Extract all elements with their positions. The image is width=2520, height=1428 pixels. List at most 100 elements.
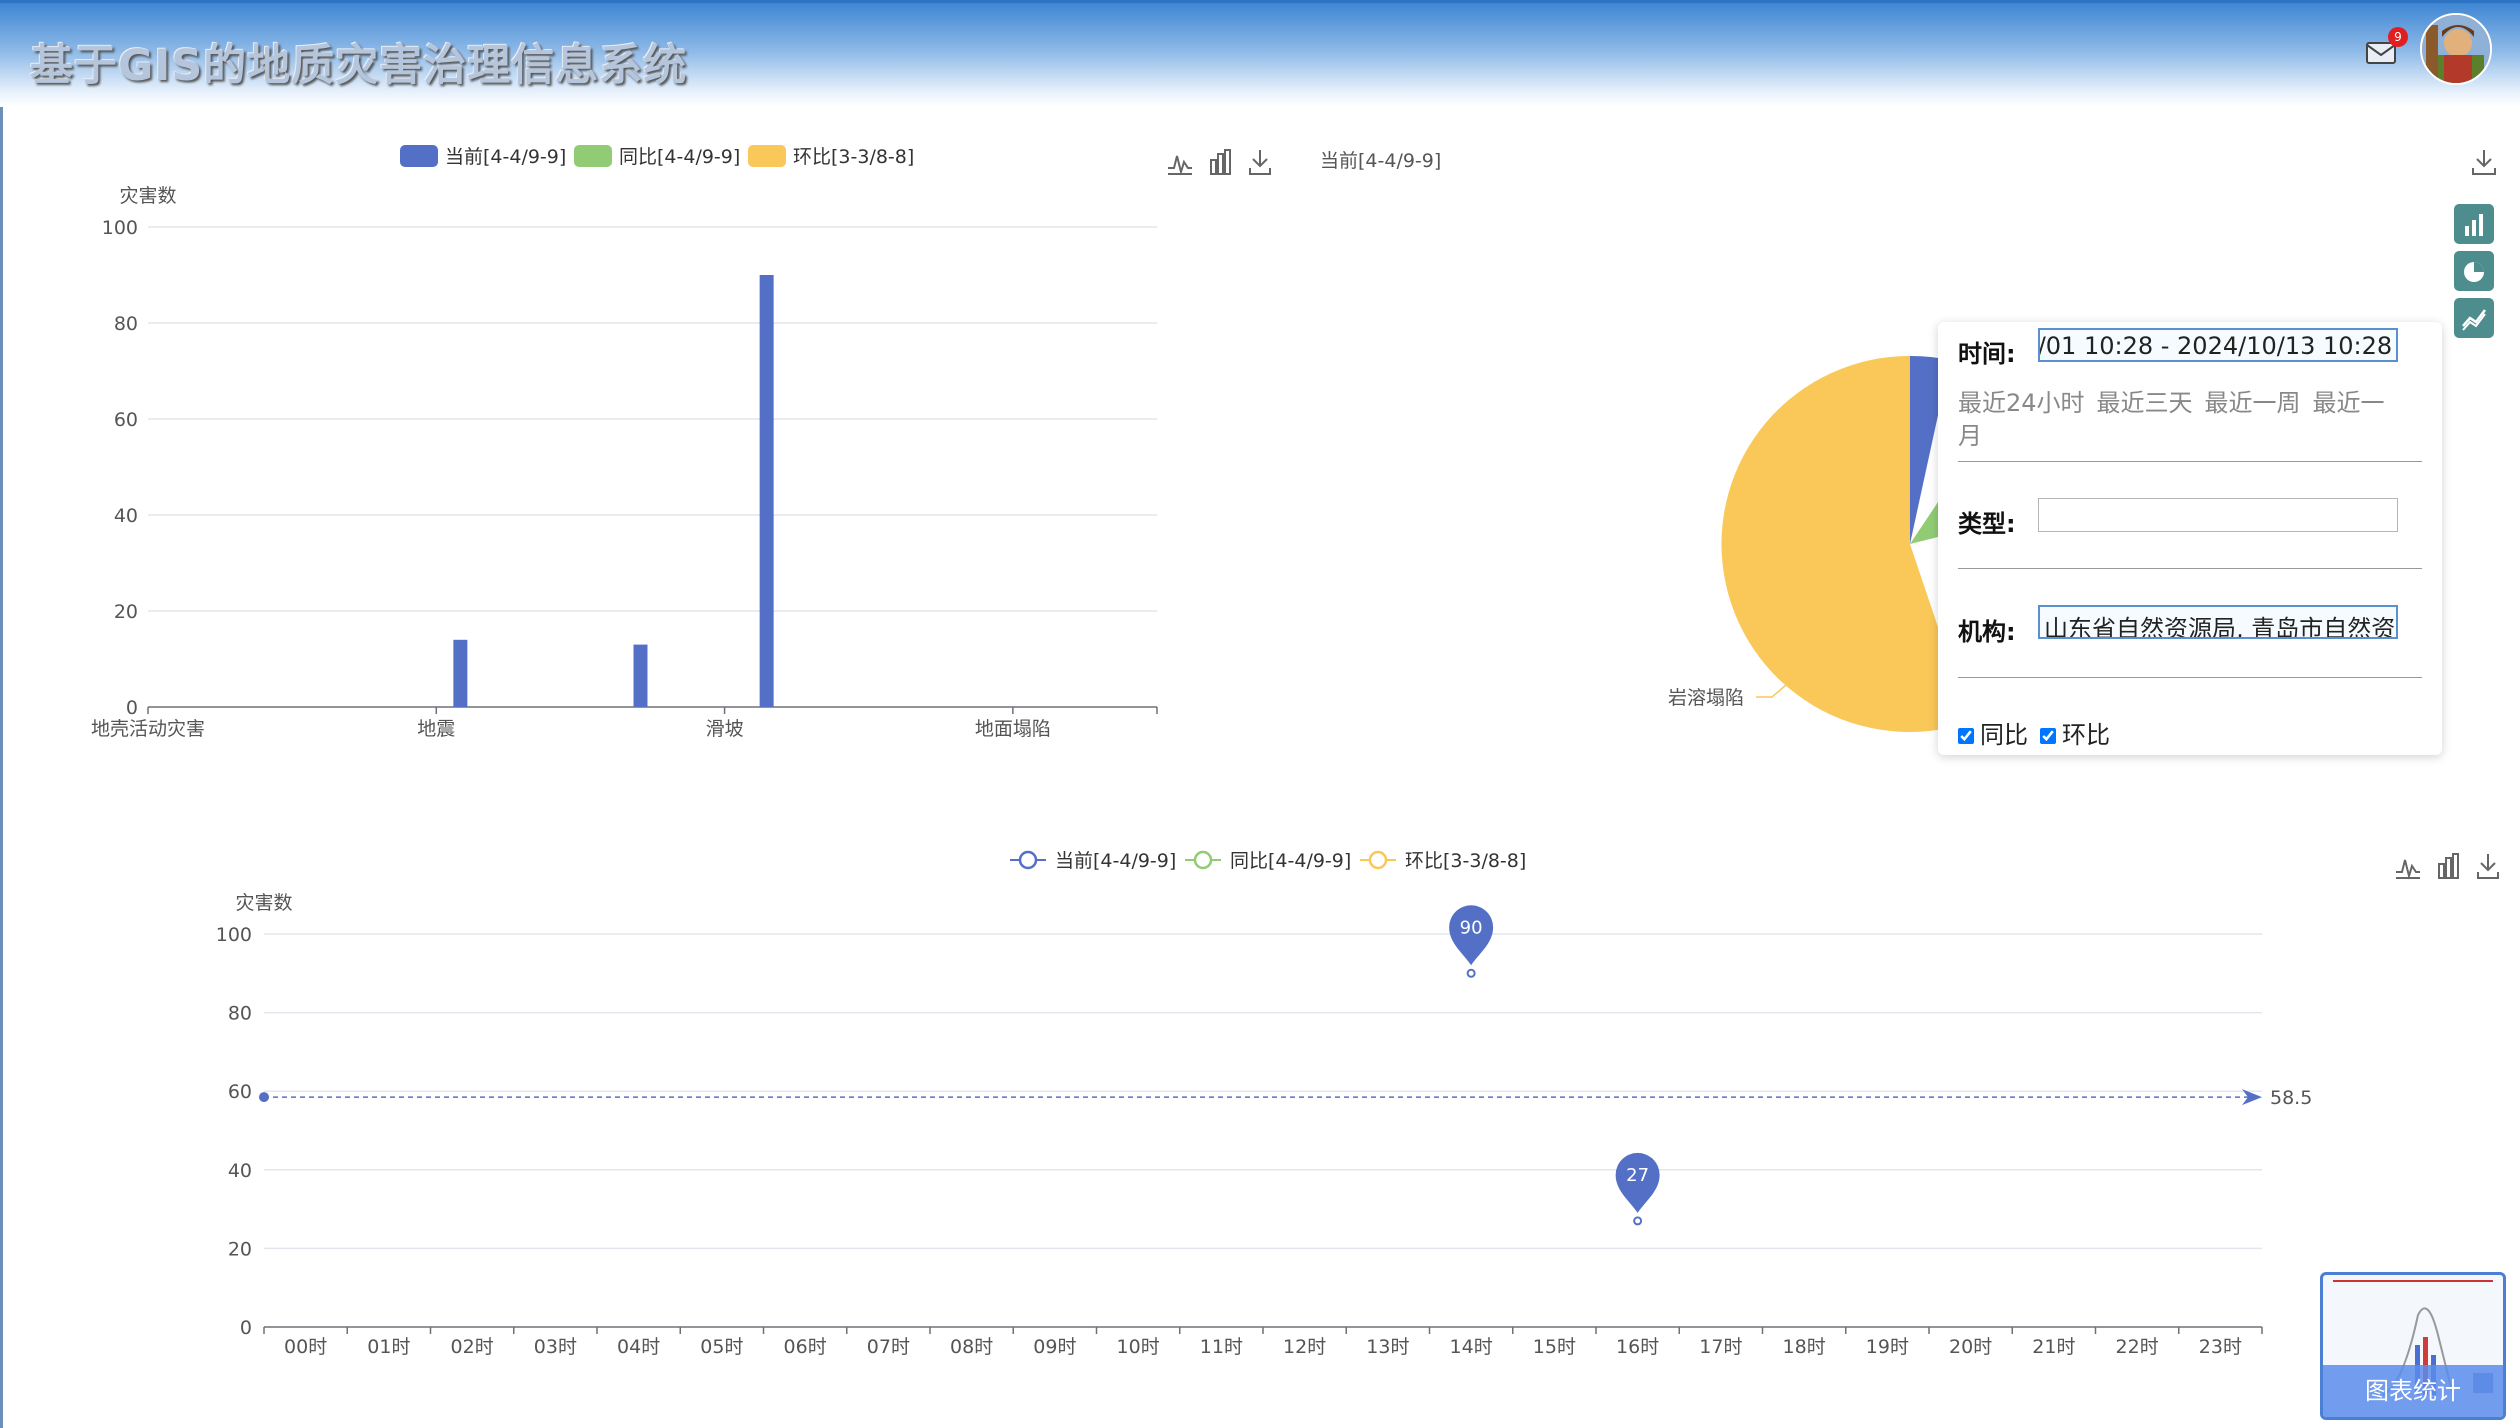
y-axis-title: 灾害数 <box>119 185 176 207</box>
org-label: 机构: <box>1958 618 2016 646</box>
legend-marker <box>1193 850 1213 870</box>
bar-chart-icon <box>2465 214 2483 236</box>
x-tick-label: 22时 <box>2116 1336 2159 1358</box>
legend-label: 环比[3-3/8-8] <box>1405 850 1526 872</box>
message-button[interactable]: 9 <box>2364 27 2408 69</box>
x-tick-label: 地壳活动灾害 <box>91 718 205 740</box>
yoy-checkbox-input[interactable] <box>1958 728 1974 744</box>
y-tick-label: 100 <box>216 924 252 946</box>
y-tick-label: 60 <box>228 1081 252 1103</box>
mom-checkbox[interactable]: 环比 <box>2040 715 2110 750</box>
legend-label: 同比[4-4/9-9] <box>1230 850 1351 872</box>
mom-label: 环比 <box>2062 721 2110 749</box>
y-tick-label: 0 <box>126 697 138 719</box>
org-select[interactable]: 山东省自然资源局, 青岛市自然资源局 <box>2038 605 2398 639</box>
x-tick-label: 17时 <box>1699 1336 1742 1358</box>
bar <box>633 644 648 707</box>
line-view-button[interactable] <box>2454 298 2494 338</box>
divider <box>1958 461 2422 462</box>
x-tick-label: 20时 <box>1949 1336 1992 1358</box>
legend-swatch <box>400 145 438 167</box>
x-tick-label: 01时 <box>367 1336 410 1358</box>
quick-range-3d[interactable]: 最近三天 <box>2097 389 2193 417</box>
mark-point-label: 90 <box>1460 917 1483 938</box>
label-line <box>1756 684 1787 698</box>
y-tick-label: 80 <box>114 313 138 335</box>
x-tick-label: 16时 <box>1616 1336 1659 1358</box>
legend-swatch <box>574 145 612 167</box>
type-select[interactable] <box>2038 498 2398 532</box>
pie-title: 当前[4-4/9-9] <box>1320 150 1441 172</box>
app-title: 基于GIS的地质灾害治理信息系统 <box>30 41 688 91</box>
x-tick-label: 地面塌陷 <box>975 718 1051 740</box>
quick-range-week[interactable]: 最近一周 <box>2205 389 2301 417</box>
x-tick-label: 19时 <box>1866 1336 1909 1358</box>
pie-download-button[interactable] <box>2470 148 2498 182</box>
legend-label: 当前[4-4/9-9] <box>445 146 566 168</box>
bar-chart-switch-icon[interactable] <box>1210 149 1231 175</box>
y-tick-label: 20 <box>114 601 138 623</box>
divider <box>1958 568 2422 569</box>
download-icon[interactable] <box>2477 854 2499 879</box>
quick-range-24h[interactable]: 最近24小时 <box>1958 389 2085 417</box>
bar-view-button[interactable] <box>2454 204 2494 244</box>
x-tick-label: 02时 <box>451 1336 494 1358</box>
data-point <box>1633 1216 1643 1226</box>
y-tick-label: 0 <box>240 1317 252 1339</box>
x-tick-label: 09时 <box>1033 1336 1076 1358</box>
x-tick-label: 15时 <box>1533 1336 1576 1358</box>
x-tick-label: 03时 <box>534 1336 577 1358</box>
user-avatar[interactable] <box>2420 13 2492 85</box>
slice-label: 岩溶塌陷 <box>1668 687 1744 709</box>
bar-chart-switch-icon[interactable] <box>2438 853 2459 879</box>
quick-range-list: 最近24小时 最近三天 最近一周 最近一月 <box>1958 388 2408 454</box>
x-tick-label: 18时 <box>1783 1336 1826 1358</box>
x-tick-label: 12时 <box>1283 1336 1326 1358</box>
x-tick-label: 06时 <box>784 1336 827 1358</box>
average-line-start <box>259 1092 269 1103</box>
x-tick-label: 14时 <box>1450 1336 1493 1358</box>
x-tick-label: 10时 <box>1117 1336 1160 1358</box>
chart-stats-thumbnail[interactable]: 图表统计 <box>2320 1272 2506 1420</box>
x-tick-label: 11时 <box>1200 1336 1243 1358</box>
download-icon[interactable] <box>2470 148 2498 178</box>
mom-checkbox-input[interactable] <box>2040 728 2056 744</box>
y-tick-label: 60 <box>114 409 138 431</box>
x-tick-label: 00时 <box>284 1336 327 1358</box>
yoy-label: 同比 <box>1980 721 2028 749</box>
pie-chart-icon <box>2464 262 2484 282</box>
y-tick-label: 80 <box>228 1003 252 1025</box>
x-tick-label: 23时 <box>2199 1336 2242 1358</box>
y-tick-label: 40 <box>228 1160 252 1182</box>
bar <box>453 639 468 707</box>
x-tick-label: 07时 <box>867 1336 910 1358</box>
legend-swatch <box>748 145 786 167</box>
app-header: 基于GIS的地质灾害治理信息系统 9 <box>0 0 2520 107</box>
notification-badge: 9 <box>2388 27 2408 47</box>
x-tick-label: 地震 <box>417 718 455 740</box>
x-tick-label: 滑坡 <box>706 718 744 740</box>
line-chart-switch-icon[interactable] <box>1168 155 1192 176</box>
legend-marker <box>1018 850 1038 870</box>
x-tick-label: 04时 <box>617 1336 660 1358</box>
line-chart: 当前[4-4/9-9] 同比[4-4/9-9] 环比[3-3/8-8] 灾害数 100 8… <box>216 850 2313 1358</box>
x-tick-label: 21时 <box>2032 1336 2075 1358</box>
bar-chart: 当前[4-4/9-9] 同比[4-4/9-9] 环比[3-3/8-8] 灾害数 100 8… <box>91 145 1158 740</box>
y-tick-label: 40 <box>114 505 138 527</box>
divider <box>1958 677 2422 678</box>
bar <box>759 275 774 707</box>
x-tick-label: 08时 <box>950 1336 993 1358</box>
y-tick-label: 100 <box>102 217 138 239</box>
time-range-input[interactable]: 2024/05/01 10:28 - 2024/10/13 10:28 <box>2038 328 2398 362</box>
pie-view-button[interactable] <box>2454 251 2494 291</box>
legend-label: 当前[4-4/9-9] <box>1055 850 1176 872</box>
line-chart-icon <box>2462 309 2486 331</box>
average-line-label: 58.5 <box>2270 1087 2312 1109</box>
legend-marker <box>1368 850 1388 870</box>
mark-point-label: 27 <box>1626 1165 1649 1186</box>
yoy-checkbox[interactable]: 同比 <box>1958 715 2028 750</box>
legend-label: 环比[3-3/8-8] <box>793 146 914 168</box>
type-label: 类型: <box>1958 510 2016 538</box>
line-chart-switch-icon[interactable] <box>2396 859 2420 880</box>
x-tick-label: 05时 <box>700 1336 743 1358</box>
